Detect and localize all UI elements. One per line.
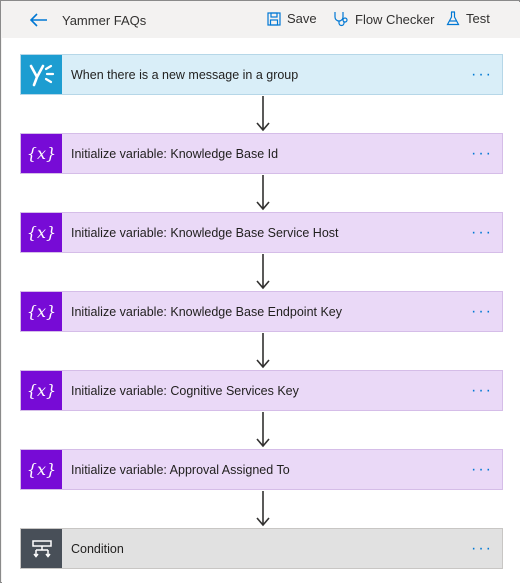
step-label: Initialize variable: Approval Assigned T… [71,462,290,477]
flow-checker-button[interactable]: Flow Checker [333,11,434,27]
step-label: When there is a new message in a group [71,67,299,82]
save-label: Save [287,11,317,26]
save-button[interactable]: Save [267,11,317,26]
step-label: Initialize variable: Knowledge Base Endp… [71,304,343,319]
variable-icon: {x} [21,134,62,173]
app-window: Yammer FAQs Save Flow Checker Test When … [0,0,520,583]
variable-icon: {x} [21,213,62,252]
flow-canvas: When there is a new message in a group ·… [2,38,520,583]
step-card-initialize-variable[interactable]: {x} Initialize variable: Knowledge Base … [20,133,503,174]
step-label: Condition [71,541,124,556]
yammer-icon [21,55,62,94]
test-button[interactable]: Test [446,11,490,26]
step-label: Initialize variable: Cognitive Services … [71,383,299,398]
connector-arrow [256,96,270,132]
step-card-initialize-variable[interactable]: {x} Initialize variable: Cognitive Servi… [20,370,503,411]
flow-checker-label: Flow Checker [355,11,435,27]
stethoscope-icon [334,12,348,27]
arrow-left-icon [30,13,47,27]
toolbar: Yammer FAQs Save Flow Checker Test [2,2,520,38]
step-label: Initialize variable: Knowledge Base Id [71,146,279,161]
step-card-condition[interactable]: Condition ··· [20,528,503,569]
more-options-button[interactable]: ··· [462,297,502,327]
step-card-trigger[interactable]: When there is a new message in a group ·… [20,54,503,95]
connector-arrow [256,491,270,527]
back-button[interactable] [28,10,50,30]
variable-icon: {x} [21,371,62,410]
variable-icon: {x} [21,292,62,331]
more-options-button[interactable]: ··· [462,455,502,485]
more-options-button[interactable]: ··· [462,139,502,169]
variable-icon: {x} [21,450,62,489]
more-options-button[interactable]: ··· [462,534,502,564]
connector-arrow [256,175,270,211]
save-icon [267,11,281,26]
step-card-initialize-variable[interactable]: {x} Initialize variable: Approval Assign… [20,449,503,490]
step-card-initialize-variable[interactable]: {x} Initialize variable: Knowledge Base … [20,291,503,332]
flow-title: Yammer FAQs [62,13,147,28]
step-card-initialize-variable[interactable]: {x} Initialize variable: Knowledge Base … [20,212,503,253]
connector-arrow [256,254,270,290]
connector-arrow [256,333,270,369]
more-options-button[interactable]: ··· [462,60,502,90]
step-label: Initialize variable: Knowledge Base Serv… [71,225,339,240]
more-options-button[interactable]: ··· [462,376,502,406]
test-label: Test [466,11,490,26]
more-options-button[interactable]: ··· [462,218,502,248]
flask-icon [446,11,460,26]
connector-arrow [256,412,270,448]
condition-icon [21,529,62,568]
